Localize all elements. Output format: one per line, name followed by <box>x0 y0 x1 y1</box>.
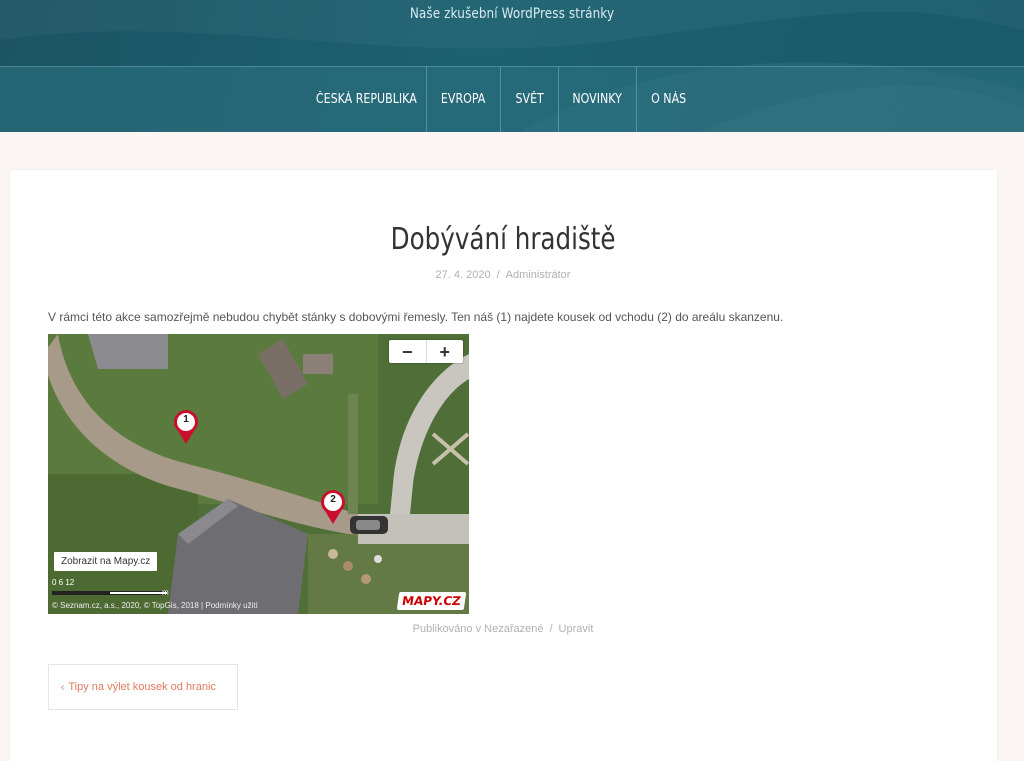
nav-item-evropa[interactable]: EVROPA <box>427 67 501 132</box>
embedded-map[interactable]: − + 1 2 Zobrazit na Mapy.cz 0 6 12 m © S… <box>48 334 469 614</box>
previous-post-label: Tipy na výlet kousek od hranic <box>68 681 216 693</box>
post-text: V rámci této akce samozřejmě nebudou chy… <box>48 310 784 324</box>
map-scale-bar <box>52 591 168 595</box>
meta-separator: / <box>496 269 500 281</box>
post-meta: 27. 4. 2020 / Administrátor <box>0 269 1006 281</box>
nav-item-novinky[interactable]: NOVINKY <box>559 67 637 132</box>
mapy-cz-logo[interactable]: MAPY.CZ <box>396 592 467 610</box>
nav-item-ceska-republika[interactable]: ČESKÁ REPUBLIKA <box>306 67 427 132</box>
map-satellite-image <box>48 334 469 614</box>
post-date[interactable]: 27. 4. 2020 <box>436 269 491 281</box>
zoom-in-button[interactable]: + <box>427 340 464 363</box>
zoom-out-button[interactable]: − <box>389 340 427 363</box>
nav-item-svet[interactable]: SVĚT <box>501 67 559 132</box>
main-navigation: ČESKÁ REPUBLIKA EVROPA SVĚT NOVINKY O NÁ… <box>0 66 1024 132</box>
post-title: Dobývání hradiště <box>390 222 616 257</box>
site-tagline: Naše zkušební WordPress stránky <box>409 6 615 22</box>
map-marker-2[interactable]: 2 <box>320 489 346 525</box>
previous-post-link[interactable]: ‹ Tipy na výlet kousek od hranic <box>48 664 238 710</box>
post-categories[interactable]: Publikováno v Nezařazené <box>413 623 544 635</box>
site-header: Naše zkušební WordPress stránky ČESKÁ RE… <box>0 0 1024 132</box>
footer-separator: / <box>549 623 553 635</box>
map-scale-unit: m <box>162 588 169 597</box>
nav-item-o-nas[interactable]: O NÁS <box>637 67 701 132</box>
map-zoom-controls: − + <box>389 340 463 363</box>
marker-2-label: 2 <box>330 494 336 505</box>
map-attribution[interactable]: © Seznam.cz, a.s., 2020, © TopGis, 2018 … <box>52 601 258 610</box>
post-footer: Publikováno v Nezařazené / Upravit <box>0 623 1006 635</box>
edit-link[interactable]: Upravit <box>559 623 594 635</box>
open-in-mapy-link[interactable]: Zobrazit na Mapy.cz <box>54 552 158 571</box>
marker-1-label: 1 <box>183 414 189 425</box>
nav-list: ČESKÁ REPUBLIKA EVROPA SVĚT NOVINKY O NÁ… <box>306 67 701 132</box>
chevron-left-icon: ‹ <box>61 681 65 693</box>
post-author[interactable]: Administrátor <box>506 269 571 281</box>
map-marker-1[interactable]: 1 <box>173 409 199 445</box>
map-scale-labels: 0 6 12 <box>52 578 75 587</box>
